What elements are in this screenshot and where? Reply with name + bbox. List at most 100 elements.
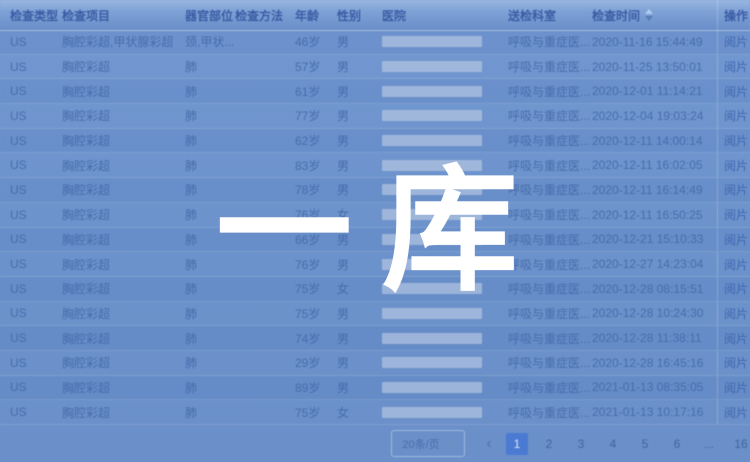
cell-method [235,203,293,227]
cell-hospital [382,178,508,202]
cell-dept: 呼吸与重症医... [508,277,592,301]
cell-text: 肺 [185,404,197,421]
cell-text: 肺 [185,354,197,371]
view-film-link[interactable]: 阅片 [724,107,748,124]
view-film-link[interactable]: 阅片 [724,330,748,347]
cell-age: 74岁 [293,326,335,350]
cell-dept: 呼吸与重症医... [508,252,592,276]
cell-organ: 肺 [185,55,235,79]
page-size-select[interactable]: 20条/页 [391,430,465,457]
cell-item: 胸腔彩超 [62,376,185,400]
cell-text: 66岁 [295,231,320,248]
cell-organ: 肺 [185,129,235,153]
column-header-time[interactable]: 检查时间 [592,0,717,30]
cell-dept: 呼吸与重症医... [508,228,592,252]
column-label: 检查类型 [10,7,58,24]
cell-action: 阅片 [717,129,750,153]
cell-type: US [0,203,62,227]
cell-time: 2020-12-28 16:45:16 [592,351,717,375]
cell-dept: 呼吸与重症医... [508,129,592,153]
cell-time: 2020-12-21 15:10:33 [592,228,717,252]
page-button-4[interactable]: 4 [602,433,624,455]
cell-time: 2020-12-28 10:24:30 [592,302,717,326]
table-row: US胸腔彩超肺76岁女呼吸与重症医...2020-12-11 16:50:25阅… [0,203,750,228]
page-button-5[interactable]: 5 [634,433,656,455]
cell-text: 78岁 [295,181,320,198]
page-button-3[interactable]: 3 [570,433,592,455]
cell-item: 胸腔彩超 [62,129,185,153]
prev-page-button[interactable]: ‹ [479,435,499,452]
redacted-hospital-text [382,209,482,220]
table-row: US胸腔彩超肺66岁男呼吸与重症医...2020-12-21 15:10:33阅… [0,228,750,253]
page-button-2[interactable]: 2 [538,433,560,455]
column-header-gender: 性别 [335,0,382,30]
page-ellipsis[interactable]: ... [698,433,720,455]
cell-method [235,351,293,375]
page-button-16[interactable]: 16 [730,433,750,455]
cell-item: 胸腔彩超 [62,203,185,227]
cell-text: 肺 [185,132,197,149]
cell-dept: 呼吸与重症医... [508,203,592,227]
cell-type: US [0,326,62,350]
table-row: US胸腔彩超肺83岁男呼吸与重症医...2020-12-11 16:02:05阅… [0,153,750,178]
view-film-link[interactable]: 阅片 [724,379,748,396]
cell-dept: 呼吸与重症医... [508,376,592,400]
cell-item: 胸腔彩超 [62,178,185,202]
table-row: US胸腔彩超肺75岁男呼吸与重症医...2020-12-28 10:24:30阅… [0,302,750,327]
cell-text: 肺 [185,280,197,297]
table-row: US胸腔彩超肺78岁男呼吸与重症医...2020-12-11 16:14:49阅… [0,178,750,203]
column-header-action: 操作 [717,0,750,30]
cell-text: 胸腔彩超 [62,132,110,149]
cell-text: 2020-12-01 11:14:21 [592,84,703,98]
view-film-link[interactable]: 阅片 [724,83,748,100]
table-row: US胸腔彩超肺57岁男呼吸与重症医...2020-11-25 13:50:01阅… [0,55,750,80]
chevron-left-icon: ‹ [487,435,492,452]
view-film-link[interactable]: 阅片 [724,58,748,75]
cell-hospital [382,153,508,177]
cell-time: 2020-11-16 15:44:49 [592,30,717,54]
sort-caret-icon[interactable] [645,9,653,21]
cell-text: 呼吸与重症医... [508,231,590,248]
pagination-bar: 20条/页 ‹ 123456... 16 [0,425,750,462]
view-film-link[interactable]: 阅片 [724,256,748,273]
cell-item: 胸腔彩超 [62,302,185,326]
cell-hospital [382,351,508,375]
cell-method [235,252,293,276]
cell-hospital [382,376,508,400]
view-film-link[interactable]: 阅片 [724,132,748,149]
cell-type: US [0,55,62,79]
cell-text: US [10,356,27,370]
cell-text: 2020-12-11 16:14:49 [592,183,703,197]
cell-organ: 肺 [185,376,235,400]
cell-text: 肺 [185,379,197,396]
cell-text: 2020-12-28 10:24:30 [592,306,703,320]
cell-text: 2020-12-21 15:10:33 [592,232,703,246]
page-button-6[interactable]: 6 [666,433,688,455]
view-film-link[interactable]: 阅片 [724,305,748,322]
cell-action: 阅片 [717,79,750,103]
view-film-link[interactable]: 阅片 [724,157,748,174]
view-film-link[interactable]: 阅片 [724,231,748,248]
page-button-1[interactable]: 1 [506,433,528,455]
cell-gender: 女 [335,277,382,301]
cell-text: 呼吸与重症医... [508,33,590,50]
view-film-link[interactable]: 阅片 [724,404,748,421]
cell-gender: 男 [335,376,382,400]
view-film-link[interactable]: 阅片 [724,206,748,223]
cell-item: 胸腔彩超 [62,351,185,375]
cell-gender: 男 [335,326,382,350]
cell-text: 男 [337,305,349,322]
view-film-link[interactable]: 阅片 [724,33,748,50]
cell-item: 胸腔彩超 [62,79,185,103]
cell-gender: 男 [335,79,382,103]
view-film-link[interactable]: 阅片 [724,354,748,371]
cell-action: 阅片 [717,326,750,350]
view-film-link[interactable]: 阅片 [724,280,748,297]
cell-text: US [10,405,27,419]
column-header-type: 检查类型 [0,0,62,30]
cell-hospital [382,203,508,227]
cell-gender: 男 [335,228,382,252]
column-label: 操作 [724,7,748,24]
cell-text: 肺 [185,107,197,124]
view-film-link[interactable]: 阅片 [724,181,748,198]
